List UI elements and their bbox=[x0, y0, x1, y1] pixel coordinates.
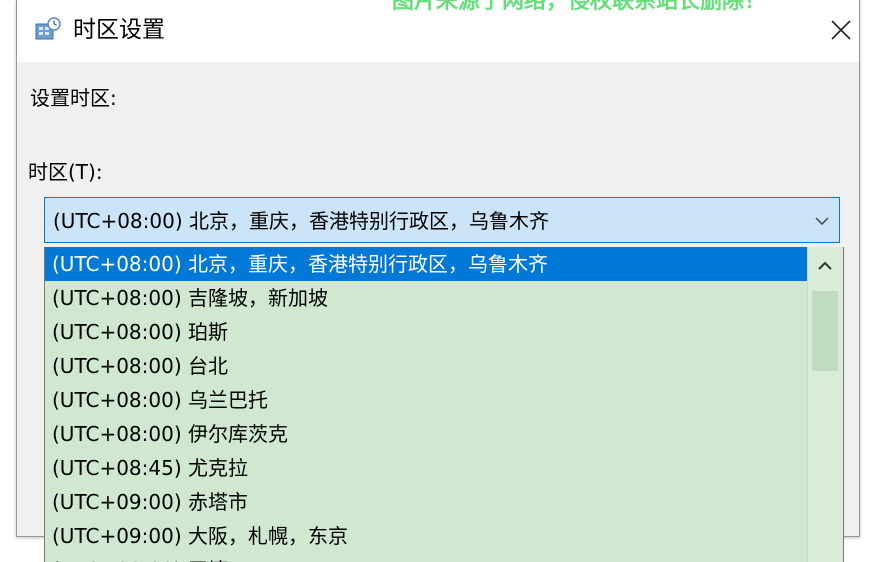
timezone-field-label: 时区(T): bbox=[28, 160, 103, 184]
timezone-dropdown-list[interactable]: (UTC+08:00) 北京，重庆，香港特别行政区，乌鲁木齐 (UTC+08:0… bbox=[44, 247, 844, 562]
timezone-option[interactable]: (UTC+09:00) 大阪，札幌，东京 bbox=[45, 519, 807, 553]
set-timezone-label: 设置时区: bbox=[30, 86, 117, 110]
screen: 时区设置 图片来源于网络，侵权联系站长删除！ 设置时区: 时区(T): (UTC… bbox=[0, 0, 874, 562]
watermark-text: 图片来源于网络，侵权联系站长删除！ bbox=[392, 0, 767, 14]
dropdown-scrollbar[interactable] bbox=[807, 247, 843, 562]
chevron-down-icon bbox=[815, 217, 829, 226]
timezone-option[interactable]: (UTC+08:00) 珀斯 bbox=[45, 315, 807, 349]
chevron-up-icon[interactable] bbox=[816, 257, 834, 275]
timezone-option[interactable]: (UTC+09:00) 赤塔市 bbox=[45, 485, 807, 519]
close-button[interactable] bbox=[823, 12, 859, 48]
timezone-option[interactable]: (UTC+08:00) 乌兰巴托 bbox=[45, 383, 807, 417]
timezone-combobox[interactable]: (UTC+08:00) 北京，重庆，香港特别行政区，乌鲁木齐 bbox=[44, 197, 840, 243]
timezone-option[interactable]: (UTC+08:00) 吉隆坡，新加坡 bbox=[45, 281, 807, 315]
timezone-option[interactable]: (UTC+08:45) 尤克拉 bbox=[45, 451, 807, 485]
close-icon bbox=[831, 20, 851, 40]
dialog-title: 时区设置 bbox=[73, 17, 165, 43]
scrollbar-thumb[interactable] bbox=[812, 291, 838, 371]
timezone-option[interactable]: (UTC+08:00) 台北 bbox=[45, 349, 807, 383]
timezone-settings-icon bbox=[35, 16, 61, 42]
timezone-option[interactable]: (UTC+09:00) 平壤 bbox=[45, 553, 807, 562]
timezone-option[interactable]: (UTC+08:00) 伊尔库茨克 bbox=[45, 417, 807, 451]
timezone-option[interactable]: (UTC+08:00) 北京，重庆，香港特别行政区，乌鲁木齐 bbox=[45, 247, 807, 281]
combobox-selected-value: (UTC+08:00) 北京，重庆，香港特别行政区，乌鲁木齐 bbox=[53, 209, 550, 233]
